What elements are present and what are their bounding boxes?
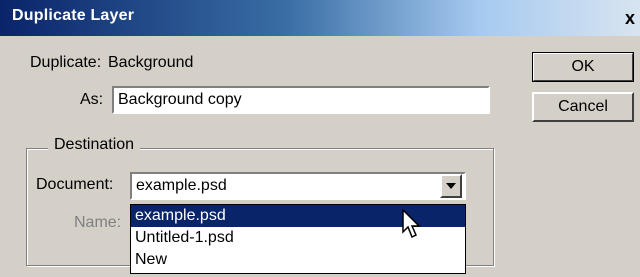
- duplicate-layer-dialog: Duplicate Layer x Duplicate: Background …: [0, 0, 640, 277]
- ok-button[interactable]: OK: [532, 52, 634, 82]
- cancel-button[interactable]: Cancel: [532, 92, 634, 122]
- dropdown-option-new[interactable]: New: [131, 249, 465, 271]
- as-name-input[interactable]: Background copy: [112, 86, 490, 114]
- duplicate-value: Background: [108, 54, 194, 71]
- dialog-title: Duplicate Layer: [12, 7, 135, 24]
- mouse-pointer-icon: [402, 209, 421, 239]
- name-label: Name:: [74, 214, 122, 231]
- duplicate-label: Duplicate:: [30, 54, 102, 71]
- as-label: As:: [80, 91, 104, 108]
- title-bar[interactable]: Duplicate Layer x: [0, 0, 640, 36]
- close-icon[interactable]: x: [618, 5, 640, 31]
- chevron-down-icon[interactable]: [440, 174, 462, 198]
- document-select[interactable]: example.psd: [130, 172, 466, 200]
- destination-legend: Destination: [48, 136, 141, 154]
- document-label: Document:: [36, 176, 114, 193]
